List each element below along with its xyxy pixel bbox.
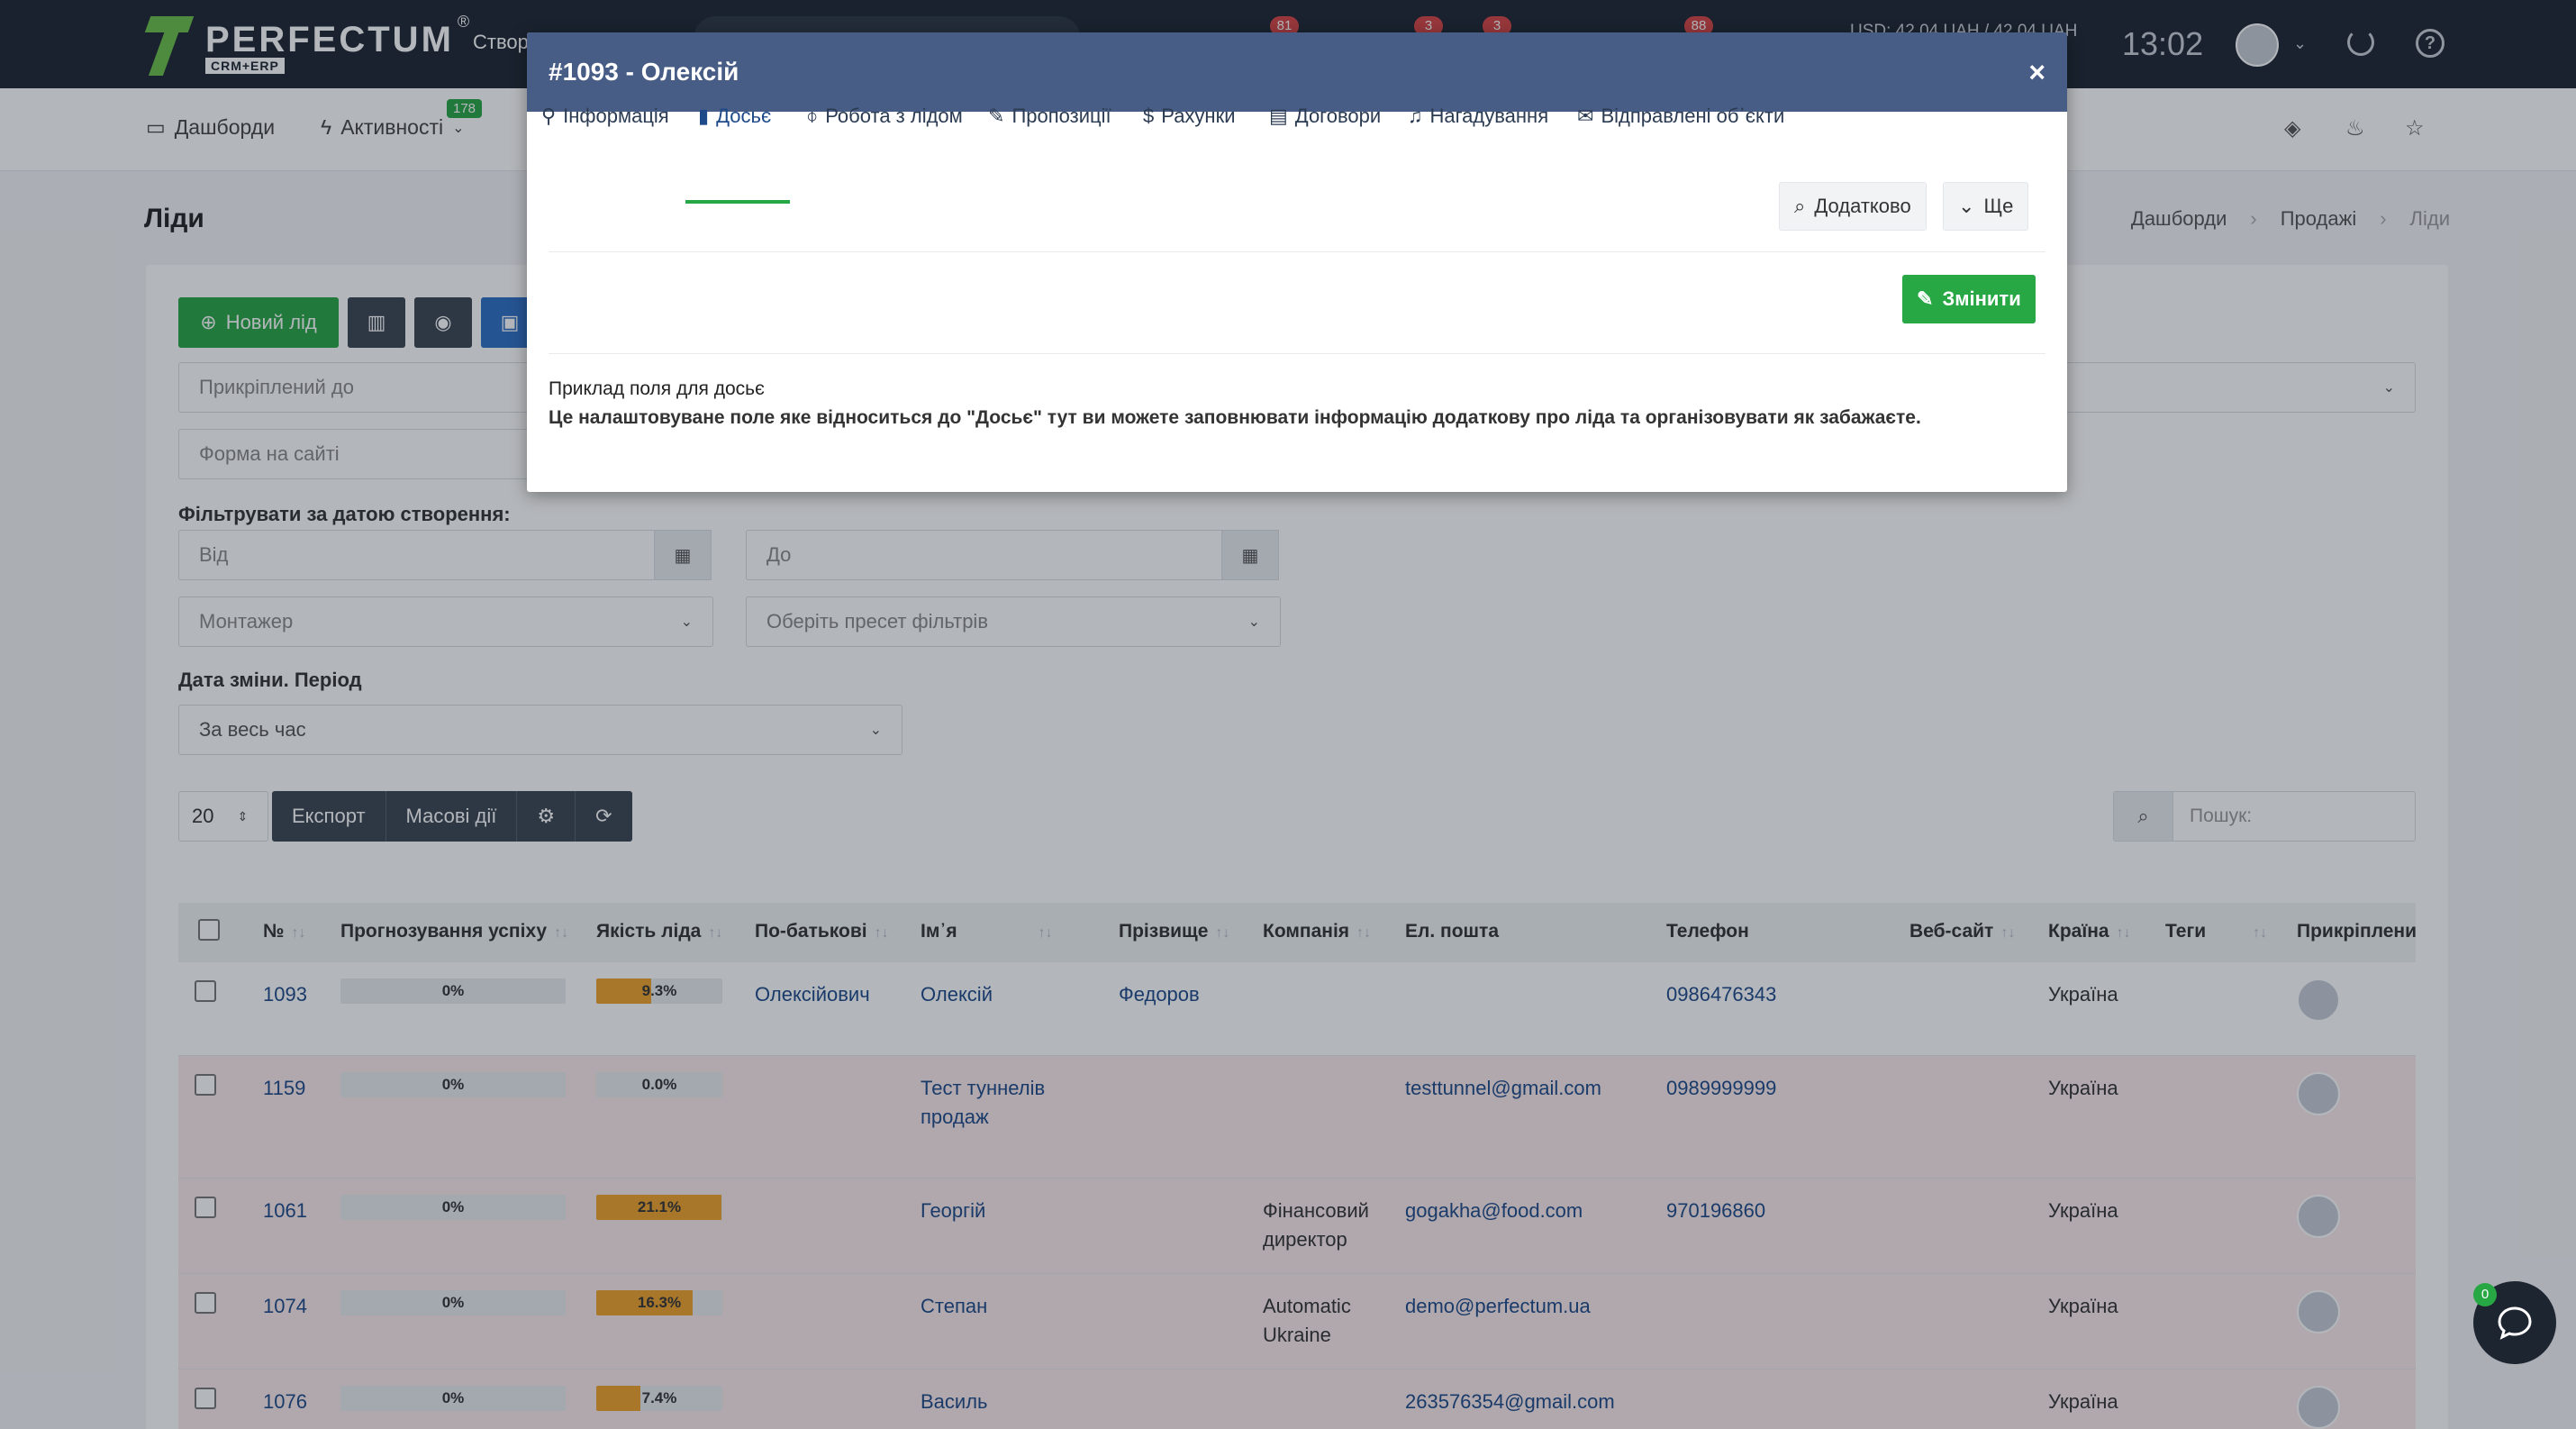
tab-lead-work[interactable]: ⌽ Робота з лідом — [806, 105, 963, 128]
divider — [549, 353, 2045, 354]
dossier-field-value: Це налаштовуване поле яке відноситься до… — [549, 407, 1921, 428]
active-tab-indicator — [685, 200, 790, 204]
user-icon: ⚲ — [541, 105, 557, 127]
more-button[interactable]: ⌄ Ще — [1943, 182, 2029, 231]
edit-label: Змінити — [1942, 287, 2021, 310]
document-icon: ▤ — [1269, 105, 1288, 127]
modal-title: #1093 - Олексій — [549, 58, 739, 86]
dollar-icon: $ — [1143, 105, 1155, 127]
lead-modal: #1093 - Олексій × ⚲ Інформація ▮ Досьє ⌽ Ро… — [527, 32, 2067, 492]
tab-information[interactable]: ⚲ Інформація — [541, 105, 669, 128]
tab-label: Інформація — [563, 105, 669, 127]
edit-button[interactable]: ✎ Змінити — [1902, 275, 2036, 323]
book-icon: ▮ — [698, 105, 710, 127]
tab-label: Досьє — [716, 105, 772, 127]
tab-label: Пропозиції — [1011, 105, 1111, 127]
more-label: Ще — [1983, 195, 2014, 217]
clip-icon: ⌽ — [806, 105, 819, 127]
tab-label: Відправлені об᾽єкти — [1601, 105, 1785, 127]
tab-invoices[interactable]: $ Рахунки — [1143, 105, 1236, 128]
tab-contracts[interactable]: ▤ Договори — [1269, 105, 1381, 128]
chevron-down-icon: ⌄ — [1958, 195, 1975, 217]
divider — [549, 251, 2045, 252]
tab-dossier[interactable]: ▮ Досьє — [698, 105, 771, 128]
tab-label: Рахунки — [1161, 105, 1236, 127]
paperclip-icon: ⌕ — [1794, 195, 1806, 217]
bell-icon: ♫ — [1408, 105, 1423, 127]
chat-unread-badge: 0 — [2473, 1283, 2497, 1306]
additional-button[interactable]: ⌕ Додатково — [1779, 182, 1927, 231]
pencil-icon: ✎ — [1917, 287, 1934, 310]
close-icon[interactable]: × — [2028, 56, 2045, 89]
tab-label: Договори — [1294, 105, 1382, 127]
tab-proposals[interactable]: ✎ Пропозиції — [988, 105, 1111, 128]
tab-reminders[interactable]: ♫ Нагадування — [1408, 105, 1548, 128]
tab-label: Нагадування — [1429, 105, 1549, 127]
tab-sent-objects[interactable]: ✉ Відправлені об᾽єкти — [1577, 105, 1784, 128]
additional-label: Додатково — [1814, 195, 1911, 217]
tab-label: Робота з лідом — [825, 105, 963, 127]
modal-header: #1093 - Олексій × — [527, 32, 2067, 112]
pencil-icon: ✎ — [988, 105, 1005, 127]
chat-bubble-icon — [2498, 1306, 2532, 1340]
dossier-field-label: Приклад поля для досьє — [549, 378, 765, 399]
envelope-icon: ✉ — [1577, 105, 1594, 127]
